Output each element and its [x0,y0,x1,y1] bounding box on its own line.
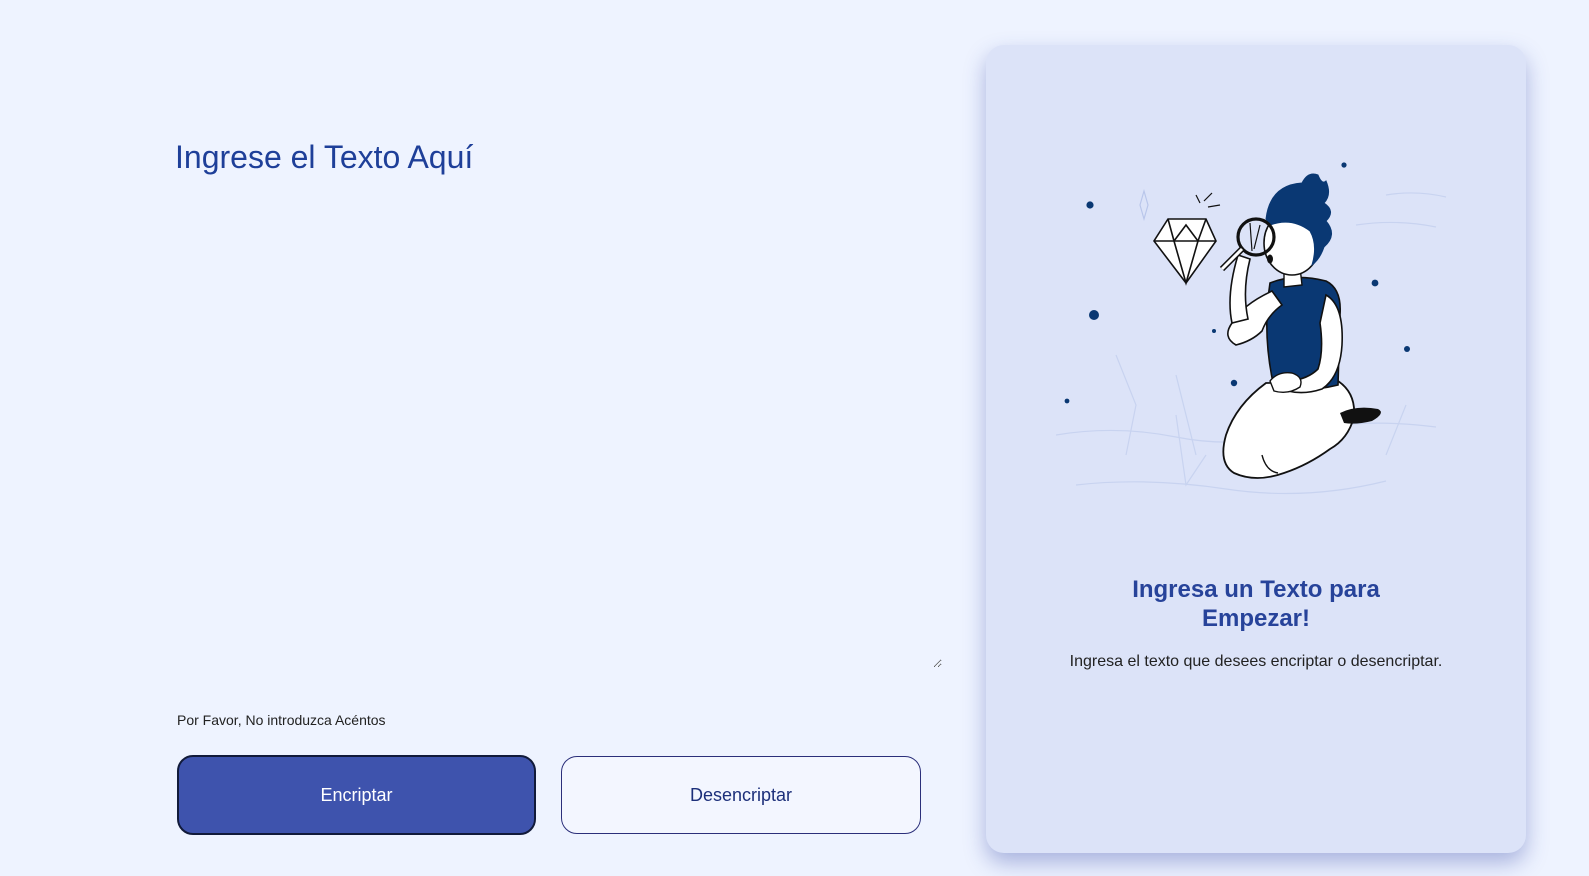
text-input-area [160,125,942,668]
person-figure [1219,173,1381,479]
encrypt-button[interactable]: Encriptar [177,755,536,835]
accent-warning: Por Favor, No introduzca Acéntos [177,712,386,728]
decrypt-button[interactable]: Desencriptar [561,756,921,834]
page: Por Favor, No introduzca Acéntos Encript… [0,0,1589,876]
panel-title: Ingresa un Texto para Empezar! [1132,576,1380,632]
text-input[interactable] [160,125,942,668]
output-panel: Ingresa un Texto para Empezar! Ingresa e… [986,45,1526,853]
diamond-icon [1153,218,1217,286]
search-illustration [1056,162,1447,495]
panel-subtitle: Ingresa el texto que desees encriptar o … [1069,653,1443,670]
